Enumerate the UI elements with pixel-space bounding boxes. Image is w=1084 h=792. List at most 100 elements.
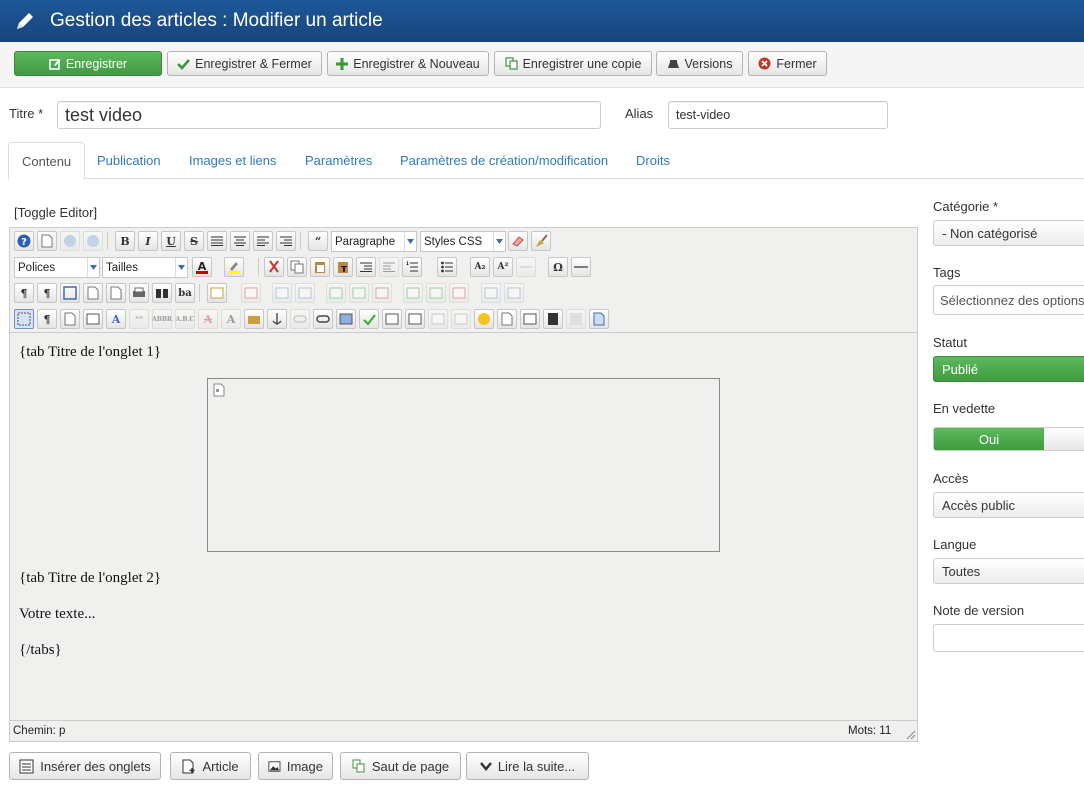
tab-parametres-creation[interactable]: Paramètres de création/modification: [387, 142, 621, 179]
align-right-icon[interactable]: [276, 231, 296, 251]
save-close-button[interactable]: Enregistrer & Fermer: [167, 51, 322, 76]
cut-icon[interactable]: [264, 257, 284, 277]
tab-parametres[interactable]: Paramètres: [292, 142, 385, 179]
search-icon[interactable]: [152, 283, 172, 303]
table-icon[interactable]: [207, 283, 227, 303]
category-select[interactable]: - Non catégorisé: [933, 220, 1084, 246]
undo-icon[interactable]: [60, 231, 80, 251]
align-justify-icon[interactable]: [207, 231, 227, 251]
visual-aid-icon[interactable]: [14, 309, 34, 329]
layer-icon[interactable]: [405, 309, 425, 329]
template-icon[interactable]: [60, 309, 80, 329]
superscript-icon[interactable]: A²: [493, 257, 513, 277]
toggle-editor-link[interactable]: [Toggle Editor]: [14, 205, 97, 220]
delete-col-icon[interactable]: [449, 283, 469, 303]
split-cells-icon[interactable]: [481, 283, 501, 303]
indent-icon[interactable]: [356, 257, 376, 277]
readmore-tool-icon[interactable]: [566, 309, 586, 329]
embedded-media-placeholder[interactable]: [207, 378, 720, 552]
strikethrough-icon[interactable]: S: [184, 231, 204, 251]
show-blocks-icon[interactable]: ¶: [37, 309, 57, 329]
ltr-icon[interactable]: ¶: [14, 283, 34, 303]
move-backward-icon[interactable]: [451, 309, 471, 329]
tab-images-liens[interactable]: Images et liens: [176, 142, 289, 179]
insert-hr-icon[interactable]: [382, 309, 402, 329]
title-input[interactable]: test video: [57, 101, 601, 129]
font-select[interactable]: Polices: [14, 257, 100, 278]
align-left-icon[interactable]: [253, 231, 273, 251]
subscript-icon[interactable]: A₂: [470, 257, 490, 277]
cell-props-icon[interactable]: [295, 283, 315, 303]
horizontal-rule-icon[interactable]: [571, 257, 591, 277]
article-tool-icon[interactable]: [589, 309, 609, 329]
resize-handle-icon[interactable]: [906, 730, 916, 740]
replace-icon[interactable]: ba: [175, 283, 195, 303]
status-select[interactable]: Publié: [933, 356, 1084, 382]
image-button[interactable]: Image: [258, 752, 333, 780]
delete-row-icon[interactable]: [372, 283, 392, 303]
underline-icon[interactable]: U: [161, 231, 181, 251]
text-direction-icon[interactable]: [516, 257, 536, 277]
save-copy-button[interactable]: Enregistrer une copie: [494, 51, 652, 76]
paste-text-icon[interactable]: T: [333, 257, 353, 277]
acronym-icon[interactable]: A.B.C: [175, 309, 195, 329]
cite-icon[interactable]: “”: [129, 309, 149, 329]
numbered-list-icon[interactable]: 1: [402, 257, 422, 277]
italic-icon[interactable]: I: [138, 231, 158, 251]
special-char-icon[interactable]: Ω: [548, 257, 568, 277]
styles-select[interactable]: Styles CSS: [420, 231, 506, 252]
featured-yes-option[interactable]: Oui: [934, 428, 1044, 450]
del-icon[interactable]: A: [198, 309, 218, 329]
delete-table-icon[interactable]: [241, 283, 261, 303]
access-select[interactable]: Accès public: [933, 492, 1084, 518]
outdent-icon[interactable]: [379, 257, 399, 277]
tab-contenu[interactable]: Contenu: [8, 142, 86, 180]
code-icon[interactable]: [106, 283, 126, 303]
col-before-icon[interactable]: [403, 283, 423, 303]
tags-input[interactable]: Sélectionnez des options: [933, 285, 1084, 315]
font-color-icon[interactable]: A: [192, 257, 212, 277]
new-document-icon[interactable]: [37, 231, 57, 251]
redo-icon[interactable]: [83, 231, 103, 251]
spellcheck-icon[interactable]: [359, 309, 379, 329]
size-select[interactable]: Tailles: [102, 257, 188, 278]
move-forward-icon[interactable]: [428, 309, 448, 329]
print-icon[interactable]: [129, 283, 149, 303]
media-icon[interactable]: [543, 309, 563, 329]
featured-toggle[interactable]: Oui: [933, 427, 1084, 451]
cleanup-icon[interactable]: [531, 231, 551, 251]
anchor-icon[interactable]: [267, 309, 287, 329]
align-center-icon[interactable]: [230, 231, 250, 251]
blockquote-icon[interactable]: “: [308, 231, 328, 251]
article-button[interactable]: Article: [170, 752, 251, 780]
paste-icon[interactable]: [310, 257, 330, 277]
highlight-color-icon[interactable]: [224, 257, 244, 277]
emoticon-icon[interactable]: [474, 309, 494, 329]
help-icon[interactable]: ?: [14, 231, 34, 251]
page-break-icon[interactable]: [497, 309, 517, 329]
styleprops-icon[interactable]: A: [106, 309, 126, 329]
language-select[interactable]: Toutes: [933, 558, 1084, 584]
abbr-icon[interactable]: ABBR: [152, 309, 172, 329]
insert-layer-icon[interactable]: [83, 309, 103, 329]
tab-publication[interactable]: Publication: [84, 142, 174, 179]
ins-icon[interactable]: A: [221, 309, 241, 329]
row-props-icon[interactable]: [272, 283, 292, 303]
insert-tabs-button[interactable]: Insérer des onglets: [9, 752, 161, 780]
versions-button[interactable]: Versions: [656, 51, 743, 76]
alias-input[interactable]: test-video: [668, 101, 888, 129]
rtl-icon[interactable]: ¶: [37, 283, 57, 303]
link-icon[interactable]: [313, 309, 333, 329]
save-new-button[interactable]: Enregistrer & Nouveau: [327, 51, 489, 76]
row-before-icon[interactable]: [326, 283, 346, 303]
attributes-icon[interactable]: [244, 309, 264, 329]
format-select[interactable]: Paragraphe: [331, 231, 417, 252]
eraser-icon[interactable]: [508, 231, 528, 251]
fullscreen-icon[interactable]: [60, 283, 80, 303]
version-note-input[interactable]: [933, 624, 1084, 652]
bullet-list-icon[interactable]: [437, 257, 457, 277]
unlink-icon[interactable]: [290, 309, 310, 329]
bold-icon[interactable]: B: [115, 231, 135, 251]
row-after-icon[interactable]: [349, 283, 369, 303]
editor-content[interactable]: {tab Titre de l'onglet 1} {tab Titre de …: [10, 332, 917, 720]
